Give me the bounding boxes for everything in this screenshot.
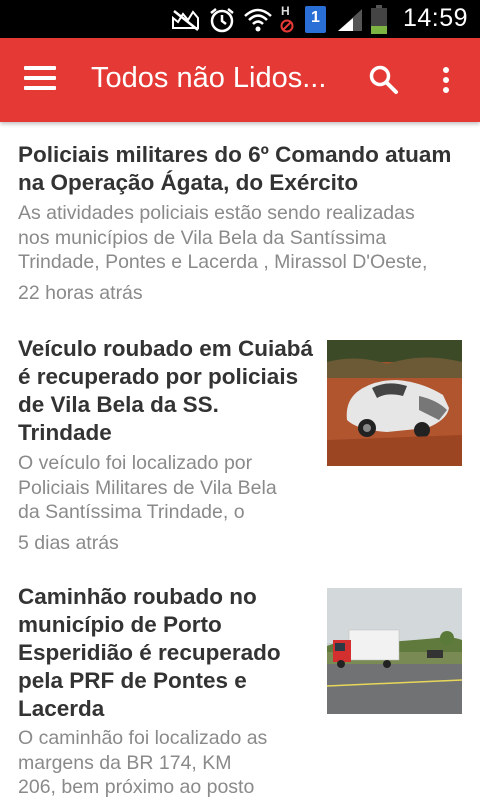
status-time: 14:59 [402, 4, 468, 32]
article-title-line: é recuperado por policiais [18, 364, 299, 389]
article-summary: O caminhão foi localizado as margens da … [18, 726, 323, 800]
article-timestamp: 22 horas atrás [18, 282, 143, 304]
article-summary-line: da Santíssima Trindade, o [18, 501, 245, 523]
article-summary-line: margens da BR 174, KM [18, 751, 232, 774]
article-summary-line: O veículo foi localizado por [18, 452, 253, 474]
article-summary: As atividades policiais estão sendo real… [18, 201, 468, 275]
article-title: Caminhão roubado no município de Porto E… [18, 583, 323, 723]
article-summary-line: Policiais Militares de Vila Bela [18, 476, 277, 499]
sim-icon: 1 [305, 6, 326, 33]
page-title: Todos não Lidos... [91, 62, 327, 94]
app-bar: Todos não Lidos... [0, 38, 480, 122]
article-item[interactable]: Veículo roubado em Cuiabá é recuperado p… [0, 322, 480, 572]
wifi-icon [244, 8, 272, 32]
article-summary-line: As atividades policiais estão sendo real… [18, 202, 415, 224]
h-network-indicator: H [280, 4, 294, 34]
article-summary-line: 206, bem próximo ao posto [18, 776, 255, 798]
article-title-line: pela PRF de Pontes e [18, 668, 247, 693]
article-thumbnail-crashed-car [327, 340, 462, 466]
battery-icon [371, 5, 387, 34]
article-thumbnail-truck [327, 588, 462, 714]
article-title-line: Veículo roubado em Cuiabá [18, 336, 314, 361]
article-summary-line: O caminhão foi localizado as [18, 727, 268, 749]
article-title-line: Caminhão roubado no [18, 584, 257, 609]
article-title-line: Trindade [18, 420, 112, 445]
article-item[interactable]: Caminhão roubado no município de Porto E… [0, 572, 480, 800]
article-summary-line: Trindade, Pontes e Lacerda , Mirassol D'… [18, 251, 428, 273]
article-title-line: de Vila Bela da SS. [18, 392, 219, 417]
article-item[interactable]: Policiais militares do 6º Comando atuam … [0, 122, 480, 322]
h-network-label: H [281, 4, 290, 18]
article-title-line: Lacerda [18, 696, 105, 721]
article-title: Policiais militares do 6º Comando atuam … [18, 141, 468, 197]
mute-icon [172, 10, 199, 31]
status-bar: H 1 14:59 [0, 0, 480, 38]
no-data-icon [280, 19, 294, 33]
article-title-line: na Operação Ágata, do Exército [18, 170, 359, 195]
more-vert-icon[interactable] [436, 64, 456, 96]
article-timestamp: 5 dias atrás [18, 532, 119, 554]
alarm-icon [210, 8, 234, 33]
article-title-line: município de Porto [18, 612, 222, 637]
article-title-line: Esperidião é recuperado [18, 640, 281, 665]
sim-label: 1 [311, 9, 320, 26]
menu-icon[interactable] [24, 66, 56, 94]
article-summary: O veículo foi localizado por Policiais M… [18, 451, 318, 525]
search-icon[interactable] [368, 64, 400, 96]
article-title: Veículo roubado em Cuiabá é recuperado p… [18, 335, 323, 447]
signal-icon [338, 9, 362, 31]
article-title-line: Policiais militares do 6º Comando atuam [18, 142, 452, 167]
article-summary-line: nos municípios de Vila Bela da Santíssim… [18, 226, 387, 249]
article-feed: Policiais militares do 6º Comando atuam … [0, 122, 480, 800]
